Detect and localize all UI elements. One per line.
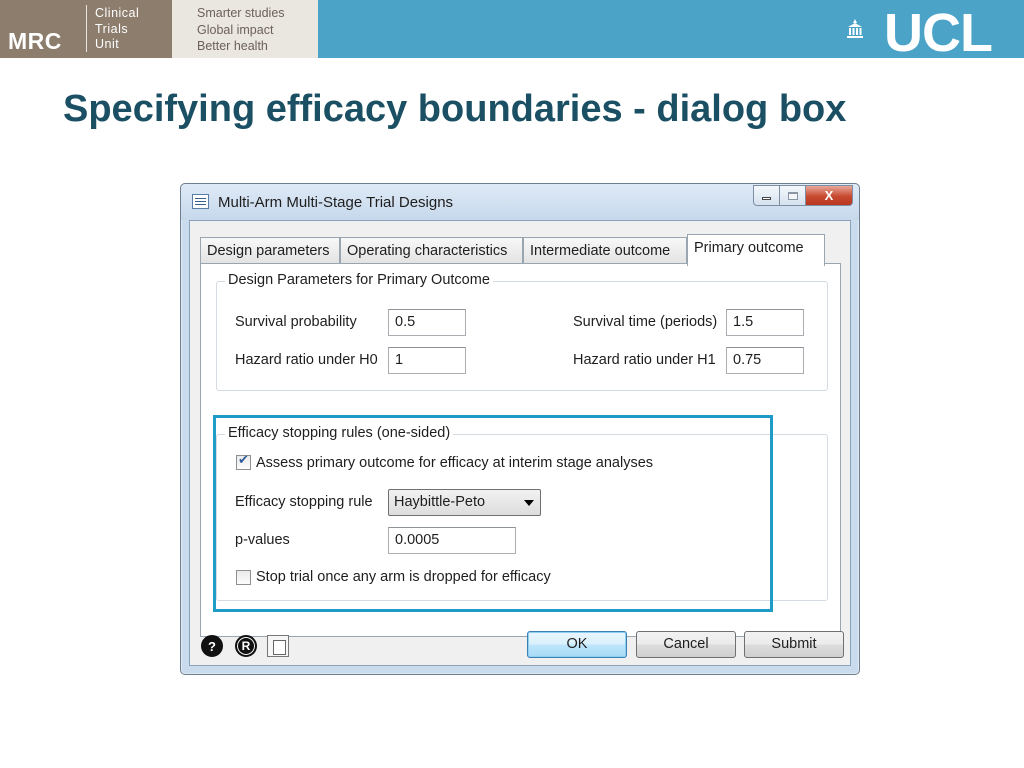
tagline-line-2: Global impact [197,22,274,37]
tagline-line-1: Smarter studies [197,6,285,20]
logo-divider [86,5,87,52]
ctu-line-3: Unit [95,37,120,51]
design-parameters-group-title: Design Parameters for Primary Outcome [225,272,493,288]
ucl-logo-text: UCL [884,3,993,63]
survival-probability-input[interactable]: 0.5 [388,309,466,336]
survival-time-input[interactable]: 1.5 [726,309,804,336]
window-title: Multi-Arm Multi-Stage Trial Designs [218,194,454,211]
ctu-logo-text: Clinical Trials Unit [95,6,139,53]
hazard-ratio-h0-input[interactable]: 1 [388,347,466,374]
copy-document-icon[interactable] [267,635,289,657]
r-icon[interactable]: R [235,635,257,657]
slide-title: Specifying efficacy boundaries - dialog … [63,88,847,130]
slide-header-banner: MRC Clinical Trials Unit Smarter studies… [0,0,1024,62]
ctu-line-2: Trials [95,21,129,36]
window-controls: X [753,185,853,207]
survival-time-label: Survival time (periods) [573,314,718,330]
minimize-button[interactable] [753,185,780,206]
ucl-portico-icon [847,19,863,38]
tab-primary-outcome[interactable]: Primary outcome [687,234,825,266]
cancel-button[interactable]: Cancel [636,631,736,658]
design-parameters-group: Design Parameters for Primary Outcome Su… [216,272,828,391]
help-icon[interactable]: ? [201,635,223,657]
submit-button[interactable]: Submit [744,631,844,658]
tab-operating-characteristics[interactable]: Operating characteristics [340,237,523,264]
efficacy-highlight-box [213,415,773,612]
r-icon-glyph: R [241,639,251,653]
close-icon: X [824,188,834,203]
tab-design-parameters[interactable]: Design parameters [200,237,340,264]
help-icon-glyph: ? [208,638,216,654]
app-window-icon[interactable] [192,194,209,209]
window-titlebar[interactable]: Multi-Arm Multi-Stage Trial Designs X [181,184,859,220]
tagline-block: Smarter studies Global impact Better hea… [172,0,318,58]
maximize-icon [787,191,798,200]
minimize-icon [762,197,771,200]
maximize-button[interactable] [780,185,806,206]
tagline-line-3: Better health [197,39,268,53]
close-button[interactable]: X [806,185,853,206]
hazard-ratio-h1-input[interactable]: 0.75 [726,347,804,374]
mrc-logo: MRC Clinical Trials Unit [0,0,172,58]
ctu-line-1: Clinical [95,6,140,20]
survival-probability-label: Survival probability [235,314,357,330]
mrc-logo-text: MRC [8,28,62,54]
hazard-ratio-h0-label: Hazard ratio under H0 [235,352,378,368]
tab-intermediate-outcome[interactable]: Intermediate outcome [523,237,687,264]
ucl-banner: UCL [318,0,1024,62]
hazard-ratio-h1-label: Hazard ratio under H1 [573,352,716,368]
ok-button[interactable]: OK [527,631,627,658]
